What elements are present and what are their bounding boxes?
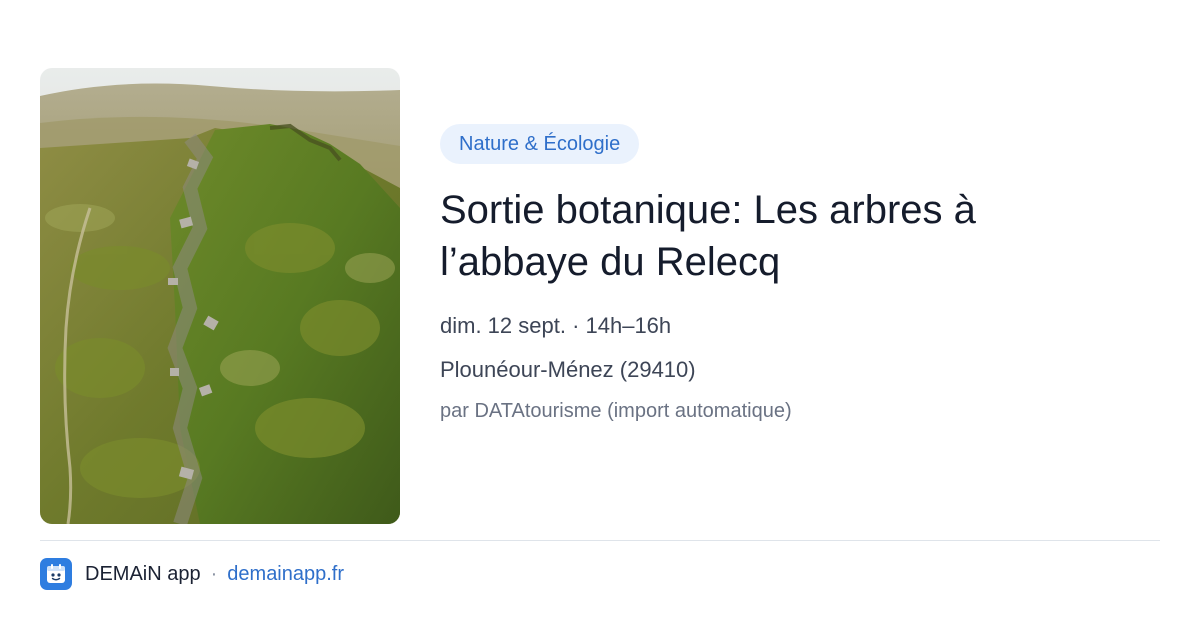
footer-separator: ·	[210, 562, 218, 585]
event-title[interactable]: Sortie botanique: Les arbres à l’abbaye …	[440, 184, 1120, 288]
event-location: Plounéour-Ménez (29410)	[440, 357, 696, 382]
event-source: par DATAtourisme (import automatique)	[440, 400, 792, 422]
calendar-face-icon[interactable]	[40, 558, 72, 590]
site-link[interactable]: demainapp.fr	[227, 563, 344, 586]
event-details: Nature & Écologie Sortie botanique: Les …	[440, 124, 1140, 424]
event-photo-image	[40, 68, 400, 524]
event-photo[interactable]	[40, 68, 400, 524]
category-badge[interactable]: Nature & Écologie	[440, 124, 640, 164]
event-datetime: dim. 12 sept. · 14h–16h	[440, 313, 672, 338]
footer: DEMAiN app · demainapp.fr	[40, 558, 344, 590]
event-card: Nature & Écologie Sortie botanique: Les …	[0, 0, 1200, 630]
footer-divider	[40, 540, 1160, 541]
brand-name: DEMAiN app	[85, 562, 201, 585]
